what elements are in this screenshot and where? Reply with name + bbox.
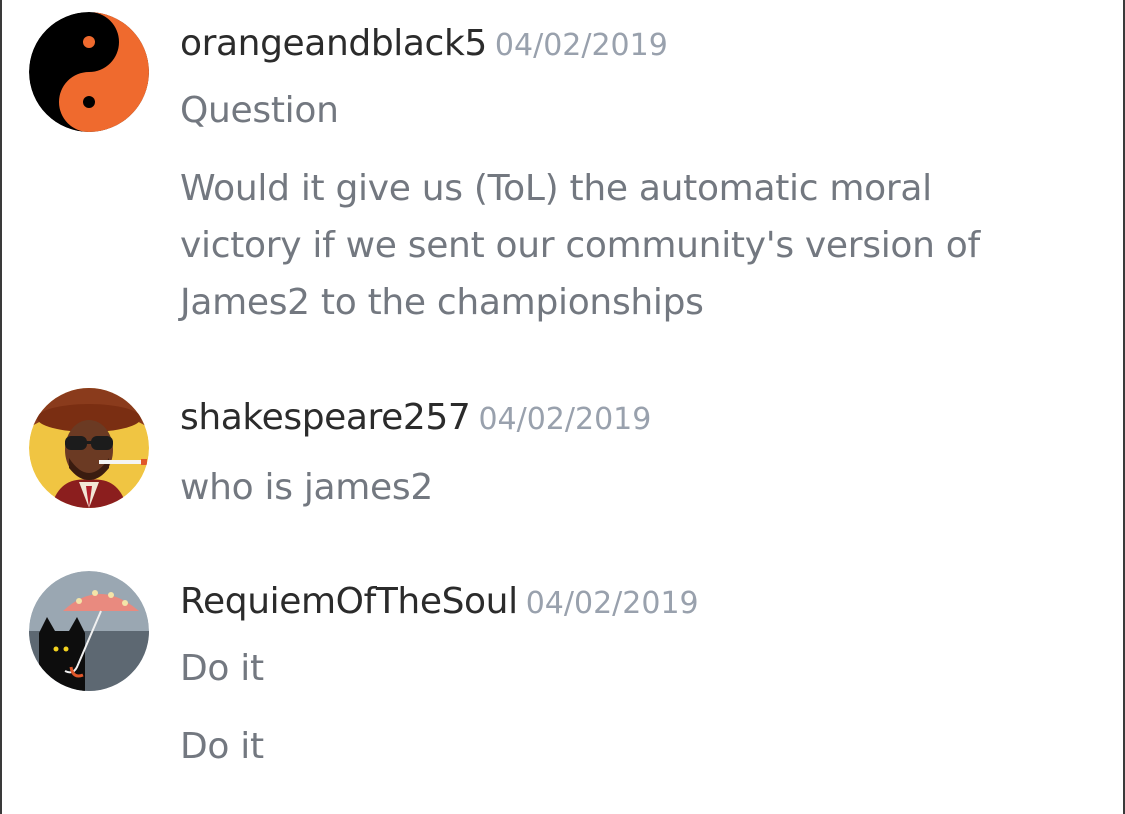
message-text: Would it give us (ToL) the automatic mor… (180, 168, 980, 323)
message-text: Do it (180, 726, 264, 767)
timestamp: 04/02/2019 (494, 28, 668, 63)
avatar[interactable] (29, 388, 149, 508)
username[interactable]: orangeandblack5 (180, 23, 487, 64)
chat-window: orangeandblack5 04/02/2019 Question Would… (0, 0, 1125, 814)
message-header: shakespeare257 04/02/2019 (180, 400, 651, 436)
yin-yang-icon (29, 12, 149, 132)
message-text: Question (180, 90, 339, 131)
man-with-sunglasses-icon (29, 388, 149, 508)
username[interactable]: shakespeare257 (180, 397, 471, 438)
avatar[interactable] (29, 12, 149, 132)
message-text: who is james2 (180, 467, 433, 508)
timestamp: 04/02/2019 (478, 402, 652, 437)
avatar[interactable] (29, 571, 149, 691)
message-header: orangeandblack5 04/02/2019 (180, 26, 668, 62)
username[interactable]: RequiemOfTheSoul (180, 581, 518, 622)
timestamp: 04/02/2019 (525, 586, 699, 621)
cat-with-umbrella-icon (29, 571, 149, 691)
message-text: Do it (180, 648, 264, 689)
message-header: RequiemOfTheSoul 04/02/2019 (180, 584, 699, 620)
